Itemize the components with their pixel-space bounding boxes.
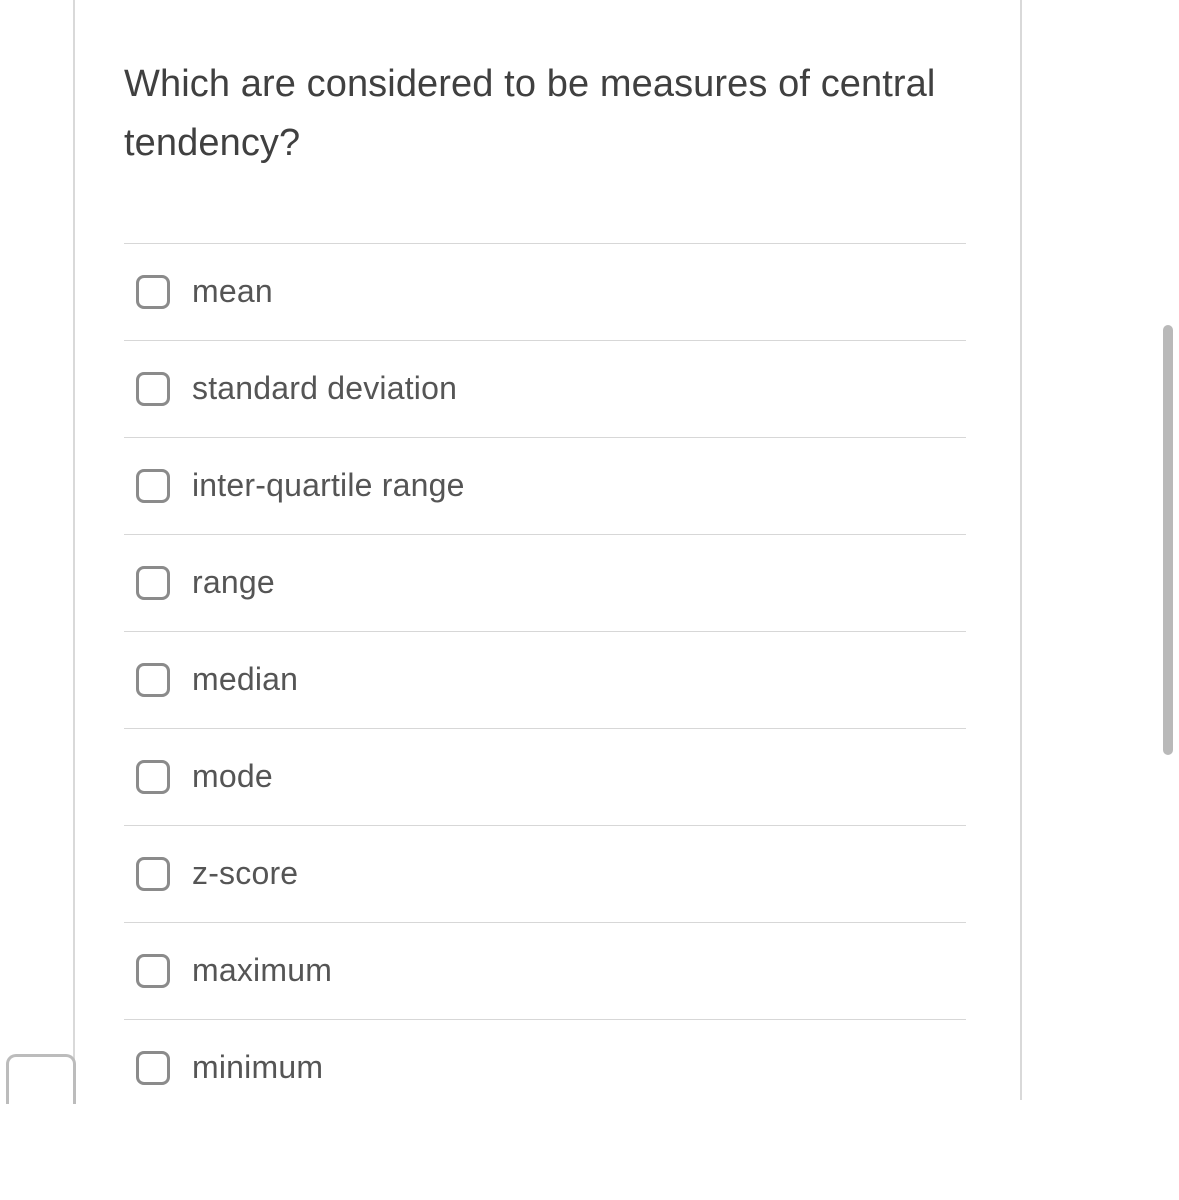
scrollbar-thumb[interactable] bbox=[1163, 325, 1173, 755]
option-mode[interactable]: mode bbox=[124, 728, 966, 825]
option-label: median bbox=[192, 661, 298, 698]
option-label: minimum bbox=[192, 1049, 323, 1086]
option-label: mean bbox=[192, 273, 273, 310]
checkbox-icon[interactable] bbox=[136, 954, 170, 988]
option-minimum[interactable]: minimum bbox=[124, 1019, 966, 1116]
checkbox-icon[interactable] bbox=[136, 566, 170, 600]
option-z-score[interactable]: z-score bbox=[124, 825, 966, 922]
option-label: z-score bbox=[192, 855, 298, 892]
option-standard-deviation[interactable]: standard deviation bbox=[124, 340, 966, 437]
corner-tab bbox=[6, 1054, 76, 1104]
options-list: mean standard deviation inter-quartile r… bbox=[124, 243, 966, 1116]
option-label: range bbox=[192, 564, 275, 601]
quiz-page: Which are considered to be measures of c… bbox=[0, 0, 1179, 1200]
checkbox-icon[interactable] bbox=[136, 275, 170, 309]
option-mean[interactable]: mean bbox=[124, 243, 966, 340]
option-label: mode bbox=[192, 758, 273, 795]
option-label: standard deviation bbox=[192, 370, 457, 407]
checkbox-icon[interactable] bbox=[136, 372, 170, 406]
checkbox-icon[interactable] bbox=[136, 663, 170, 697]
option-maximum[interactable]: maximum bbox=[124, 922, 966, 1019]
option-range[interactable]: range bbox=[124, 534, 966, 631]
left-border bbox=[73, 0, 75, 1085]
checkbox-icon[interactable] bbox=[136, 469, 170, 503]
checkbox-icon[interactable] bbox=[136, 1051, 170, 1085]
option-median[interactable]: median bbox=[124, 631, 966, 728]
question-text: Which are considered to be measures of c… bbox=[124, 55, 966, 173]
right-border bbox=[1020, 0, 1022, 1100]
question-block: Which are considered to be measures of c… bbox=[124, 55, 966, 1116]
option-label: maximum bbox=[192, 952, 332, 989]
checkbox-icon[interactable] bbox=[136, 760, 170, 794]
option-label: inter-quartile range bbox=[192, 467, 465, 504]
option-inter-quartile-range[interactable]: inter-quartile range bbox=[124, 437, 966, 534]
checkbox-icon[interactable] bbox=[136, 857, 170, 891]
